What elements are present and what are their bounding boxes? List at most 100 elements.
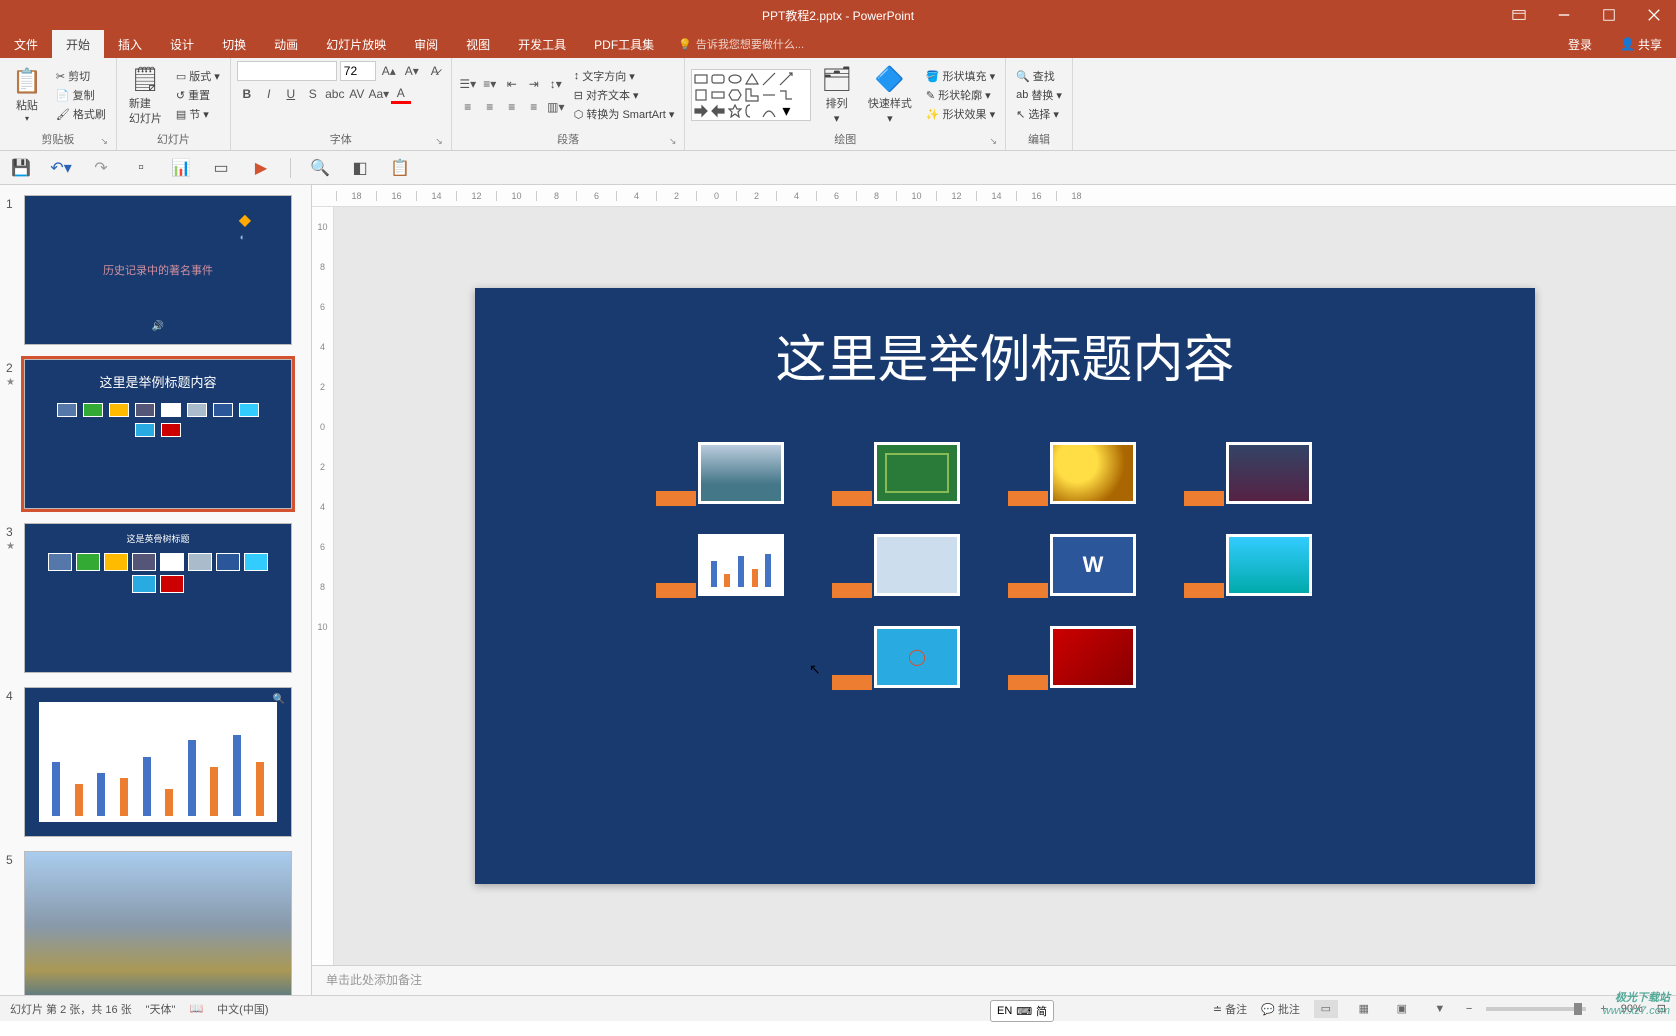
tab-insert[interactable]: 插入 — [104, 30, 156, 58]
slide-image-10[interactable] — [1050, 626, 1136, 688]
find-button[interactable]: 🔍查找 — [1012, 67, 1066, 85]
slide-canvas[interactable]: 这里是举例标题内容 W — [475, 288, 1535, 884]
tab-home[interactable]: 开始 — [52, 30, 104, 58]
slide-thumb-2[interactable]: 这里是举例标题内容 — [24, 359, 292, 509]
slide-image-3[interactable] — [1050, 442, 1136, 504]
shape-rect[interactable] — [694, 72, 708, 86]
slide-image-4[interactable] — [1226, 442, 1312, 504]
shadow-button[interactable]: abc — [325, 84, 345, 104]
smartart-button[interactable]: ⬡转换为 SmartArt▾ — [570, 105, 679, 123]
slide-image-6[interactable] — [874, 534, 960, 596]
drawing-launcher[interactable]: ↘ — [990, 136, 998, 147]
select-button[interactable]: ↖选择▾ — [1012, 105, 1066, 123]
login-button[interactable]: 登录 — [1554, 30, 1606, 58]
tab-slideshow[interactable]: 幻灯片放映 — [312, 30, 400, 58]
spacing-button[interactable]: AV — [347, 84, 367, 104]
slide-image-9[interactable]: ◯ — [874, 626, 960, 688]
shape-triangle[interactable] — [745, 72, 759, 86]
slide-title[interactable]: 这里是举例标题内容 — [775, 318, 1234, 392]
align-right-button[interactable]: ≡ — [502, 97, 522, 117]
cut-button[interactable]: ✂剪切 — [52, 67, 110, 85]
undo-button[interactable]: ↶▾ — [50, 157, 72, 179]
clipboard-launcher[interactable]: ↘ — [100, 136, 108, 147]
tab-file[interactable]: 文件 — [0, 30, 52, 58]
tab-pdf-tools[interactable]: PDF工具集 — [580, 30, 668, 58]
qat-btn-4[interactable]: ▫ — [130, 157, 152, 179]
redo-button[interactable]: ↷ — [90, 157, 112, 179]
shape-more[interactable]: ▾ — [779, 104, 793, 118]
shape-arrow-l[interactable] — [711, 104, 725, 118]
qat-btn-6[interactable]: ▭ — [210, 157, 232, 179]
start-slideshow-button[interactable]: ▶ — [250, 157, 272, 179]
tell-me-box[interactable]: 💡 告诉我您想要做什么... — [678, 30, 804, 58]
shape-hex[interactable] — [728, 88, 742, 102]
comments-toggle-button[interactable]: 💬 批注 — [1261, 1001, 1300, 1017]
minimize-button[interactable] — [1541, 0, 1586, 30]
shape-line2[interactable] — [762, 88, 776, 102]
status-language[interactable]: 中文(中国) — [217, 1001, 268, 1017]
italic-button[interactable]: I — [259, 84, 279, 104]
slide-thumb-5[interactable] — [24, 851, 292, 995]
slide-image-2[interactable] — [874, 442, 960, 504]
columns-button[interactable]: ▥▾ — [546, 97, 566, 117]
slide-thumbnail-panel[interactable]: 1 ◆ ◐ 历史记录中的著名事件 🔊 2 ★ 这里是举例标题内容 3 ★ — [0, 185, 312, 995]
decrease-font-button[interactable]: A▾ — [402, 61, 422, 81]
shapes-gallery[interactable]: ▾ — [691, 69, 811, 121]
new-slide-button[interactable]: 🗒 新建 幻灯片 — [123, 62, 168, 128]
decrease-indent-button[interactable]: ⇤ — [502, 74, 522, 94]
underline-button[interactable]: U — [281, 84, 301, 104]
shape-arrow[interactable] — [779, 72, 793, 86]
slide-image-7[interactable]: W — [1050, 534, 1136, 596]
bullets-button[interactable]: ☰▾ — [458, 74, 478, 94]
increase-font-button[interactable]: A▴ — [379, 61, 399, 81]
shape-line[interactable] — [762, 72, 776, 86]
ime-indicator[interactable]: EN⌨简 — [990, 1000, 1054, 1022]
bold-button[interactable]: B — [237, 84, 257, 104]
qat-zoom-button[interactable]: 🔍 — [309, 157, 331, 179]
replace-button[interactable]: ab替换▾ — [1012, 86, 1066, 104]
close-button[interactable] — [1631, 0, 1676, 30]
qat-btn-9[interactable]: 📋 — [389, 157, 411, 179]
paragraph-launcher[interactable]: ↘ — [669, 136, 677, 147]
arrange-button[interactable]: 🗂 排列▾ — [815, 62, 857, 128]
tab-animations[interactable]: 动画 — [260, 30, 312, 58]
shape-l[interactable] — [745, 88, 759, 102]
tab-design[interactable]: 设计 — [156, 30, 208, 58]
align-left-button[interactable]: ≡ — [458, 97, 478, 117]
tab-developer[interactable]: 开发工具 — [504, 30, 580, 58]
strike-button[interactable]: S — [303, 84, 323, 104]
normal-view-button[interactable]: ▭ — [1314, 1000, 1338, 1018]
slide-thumb-4[interactable]: 🔍 — [24, 687, 292, 837]
qat-btn-8[interactable]: ◧ — [349, 157, 371, 179]
reading-view-button[interactable]: ▣ — [1390, 1000, 1414, 1018]
shape-outline-button[interactable]: ✎形状轮廓▾ — [922, 86, 999, 104]
share-button[interactable]: 👤共享 — [1606, 30, 1676, 58]
save-button[interactable]: 💾 — [10, 157, 32, 179]
case-button[interactable]: Aa▾ — [369, 84, 389, 104]
shape-curve[interactable] — [762, 104, 776, 118]
shape-oval[interactable] — [728, 72, 742, 86]
notes-placeholder[interactable]: 单击此处添加备注 — [312, 965, 1676, 995]
clear-format-button[interactable]: A̷ — [425, 61, 445, 81]
maximize-button[interactable] — [1586, 0, 1631, 30]
slide-image-8[interactable] — [1226, 534, 1312, 596]
quick-styles-button[interactable]: 🔷 快速样式▾ — [862, 62, 918, 128]
spellcheck-icon[interactable]: 📖 — [189, 1002, 203, 1015]
shape-rect3[interactable] — [711, 88, 725, 102]
slide-thumb-1[interactable]: ◆ ◐ 历史记录中的著名事件 🔊 — [24, 195, 292, 345]
align-text-button[interactable]: ⊟对齐文本▾ — [570, 86, 679, 104]
font-family-input[interactable] — [237, 61, 337, 81]
paste-button[interactable]: 📋 粘贴▾ — [6, 64, 48, 126]
font-launcher[interactable]: ↘ — [435, 136, 443, 147]
tab-transitions[interactable]: 切换 — [208, 30, 260, 58]
shape-arrow-r[interactable] — [694, 104, 708, 118]
reset-button[interactable]: ↺重置 — [172, 86, 224, 104]
tab-review[interactable]: 审阅 — [400, 30, 452, 58]
justify-button[interactable]: ≡ — [524, 97, 544, 117]
copy-button[interactable]: 📄复制 — [52, 86, 110, 104]
ribbon-options-icon[interactable] — [1496, 0, 1541, 30]
shape-fill-button[interactable]: 🪣形状填充▾ — [922, 67, 999, 85]
notes-toggle-button[interactable]: ≐ 备注 — [1213, 1001, 1247, 1017]
tab-view[interactable]: 视图 — [452, 30, 504, 58]
sorter-view-button[interactable]: ▦ — [1352, 1000, 1376, 1018]
